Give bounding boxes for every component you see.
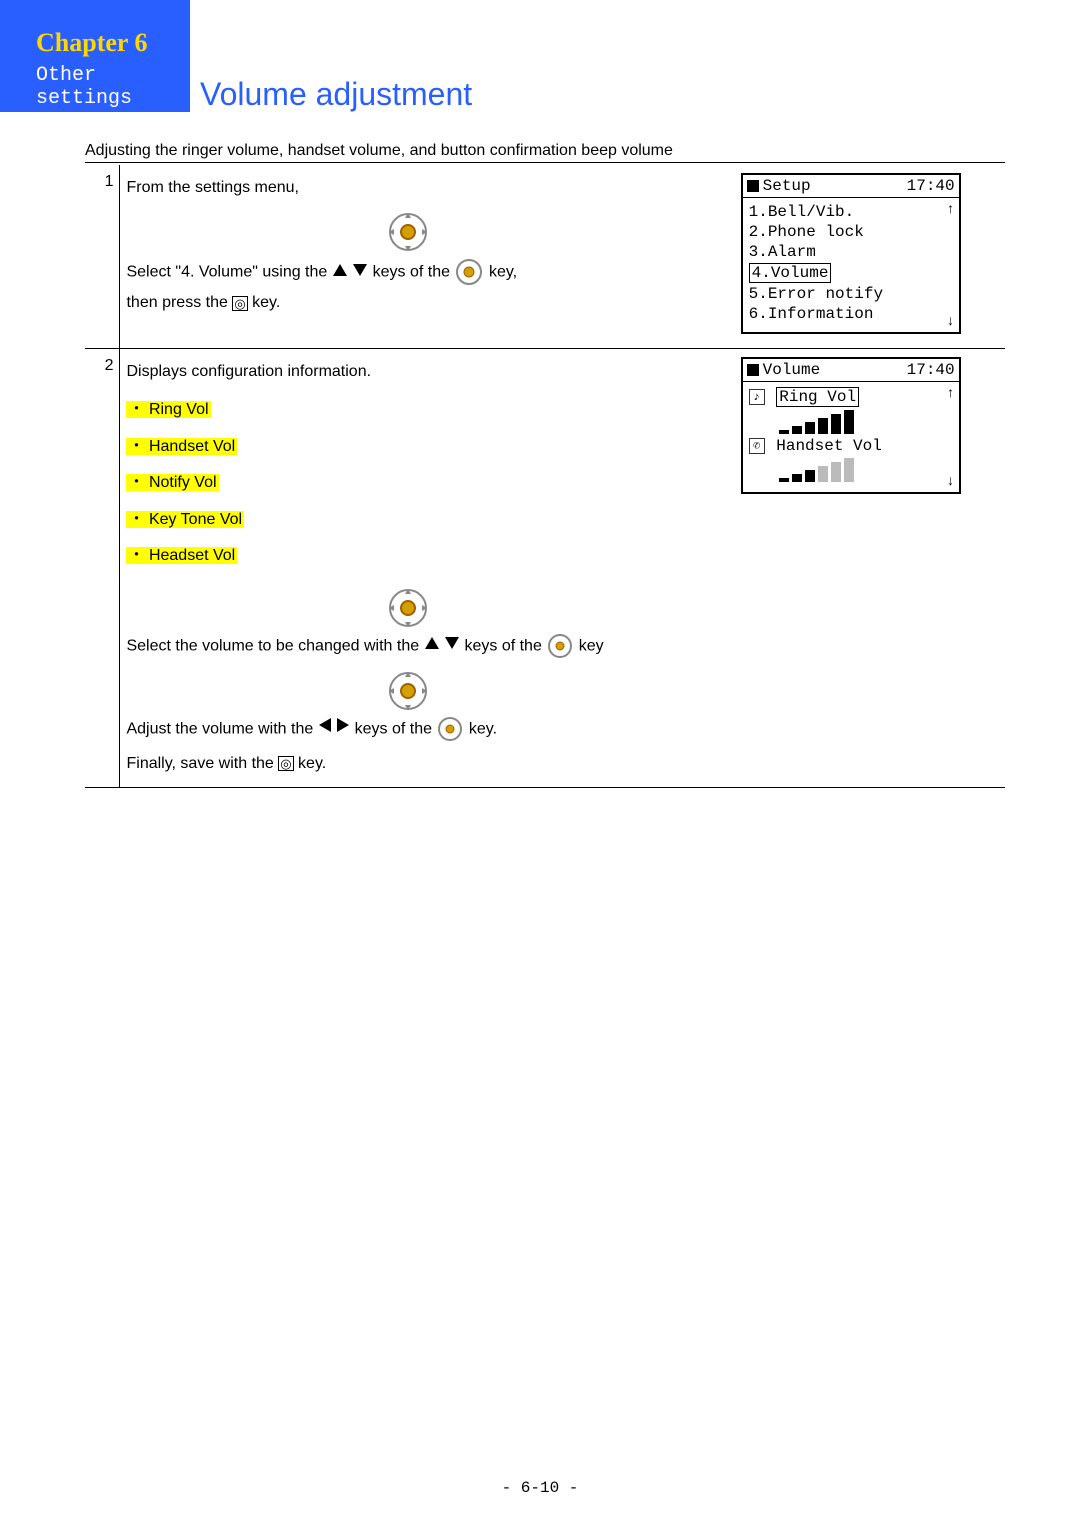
nav-pad-icon — [385, 668, 431, 714]
chapter-header: Chapter 6 Other settings — [0, 0, 190, 112]
step1-line3: then press the ◎ key. — [126, 288, 690, 318]
step1-line2: Select "4. Volume" using the keys of the… — [126, 257, 690, 288]
menu-item: 4.Volume — [749, 262, 953, 284]
page-title: Volume adjustment — [200, 76, 472, 113]
music-note-icon: ♪ — [749, 389, 765, 405]
config-bullet: Key Tone Vol — [126, 505, 690, 535]
config-list: Ring Vol Handset Vol Notify Vol Key Tone… — [126, 395, 690, 571]
step-number: 2 — [85, 349, 120, 788]
select-line: Select the volume to be changed with the… — [126, 631, 690, 662]
step2-content: Displays configuration information. Ring… — [120, 349, 696, 788]
ring-vol-label: Ring Vol — [776, 387, 859, 407]
handset-vol-label: Handset Vol — [776, 437, 882, 455]
screen-time: 17:40 — [907, 361, 955, 379]
scroll-up-icon: ↑ — [946, 202, 954, 218]
right-triangle-icon — [336, 714, 350, 744]
nav-pad-icon — [385, 209, 431, 255]
nav-pad-icon — [385, 585, 431, 631]
text-fragment: key. — [469, 721, 497, 738]
intro-text: Adjusting the ringer volume, handset vol… — [85, 142, 1005, 163]
steps-table: 1 From the settings menu, Select "4. Vol… — [85, 165, 1005, 788]
nav-pad-icon-small — [546, 631, 574, 661]
left-triangle-icon — [318, 714, 332, 744]
step1-screen-cell: Setup 17:40 ↑ ↓ 1.Bell/Vib.2.Phone lock3… — [696, 165, 1005, 349]
handset-vol-row: ✆ Handset Vol — [749, 436, 953, 456]
screen-title: Setup — [747, 177, 811, 195]
nav-pad-icon-small — [436, 714, 464, 744]
text-fragment: Select the volume to be changed with the — [126, 638, 423, 655]
screen-time: 17:40 — [907, 177, 955, 195]
handset-icon: ✆ — [749, 438, 765, 454]
eye-key-icon: ◎ — [278, 756, 293, 771]
ring-vol-row: ♪ Ring Vol — [749, 386, 953, 408]
config-bullet: Handset Vol — [126, 432, 690, 462]
down-triangle-icon — [444, 631, 460, 661]
text-fragment: key, — [489, 264, 517, 281]
page-body: Adjusting the ringer volume, handset vol… — [85, 142, 1005, 788]
nav-pad-icon-small — [454, 257, 484, 288]
text-fragment: Select "4. Volume" using the — [126, 264, 331, 281]
menu-item: 1.Bell/Vib. — [749, 202, 953, 222]
phone-screen-volume: Volume 17:40 ↑ ↓ ♪ Ring Vol — [741, 357, 961, 494]
text-fragment: keys of the — [355, 721, 437, 738]
scroll-down-icon: ↓ — [946, 314, 954, 330]
up-triangle-icon — [424, 631, 440, 661]
text-fragment: keys of the — [464, 638, 546, 655]
text-fragment: key. — [298, 755, 326, 772]
config-bullet: Notify Vol — [126, 468, 690, 498]
text-fragment: key — [579, 638, 604, 655]
config-bullet: Ring Vol — [126, 395, 690, 425]
menu-item: 6.Information — [749, 304, 953, 324]
page-number: - 6-10 - — [0, 1479, 1080, 1497]
step2-line1: Displays configuration information. — [126, 357, 690, 387]
text-fragment: then press the — [126, 294, 232, 311]
ring-vol-bars — [779, 412, 953, 434]
adjust-line: Adjust the volume with the keys of the k… — [126, 714, 690, 745]
text-fragment: Adjust the volume with the — [126, 721, 317, 738]
text-fragment: key. — [252, 294, 280, 311]
text-fragment: Finally, save with the — [126, 755, 278, 772]
scroll-down-icon: ↓ — [946, 474, 954, 490]
final-line: Finally, save with the ◎ key. — [126, 749, 690, 779]
menu-item: 5.Error notify — [749, 284, 953, 304]
screen-title: Volume — [747, 361, 821, 379]
text-fragment: keys of the — [373, 264, 455, 281]
step2-screen-cell: Volume 17:40 ↑ ↓ ♪ Ring Vol — [696, 349, 1005, 788]
up-triangle-icon — [332, 258, 348, 288]
step1-content: From the settings menu, Select "4. Volum… — [120, 165, 696, 349]
chapter-number: Chapter 6 — [36, 28, 190, 58]
config-bullet: Headset Vol — [126, 541, 690, 571]
menu-item: 3.Alarm — [749, 242, 953, 262]
menu-item: 2.Phone lock — [749, 222, 953, 242]
step-number: 1 — [85, 165, 120, 349]
down-triangle-icon — [352, 258, 368, 288]
chapter-subtitle: Other settings — [36, 64, 190, 110]
scroll-up-icon: ↑ — [946, 386, 954, 402]
eye-key-icon: ◎ — [232, 296, 247, 311]
phone-screen-setup: Setup 17:40 ↑ ↓ 1.Bell/Vib.2.Phone lock3… — [741, 173, 961, 334]
step1-line1: From the settings menu, — [126, 173, 690, 203]
handset-vol-bars — [779, 460, 953, 482]
